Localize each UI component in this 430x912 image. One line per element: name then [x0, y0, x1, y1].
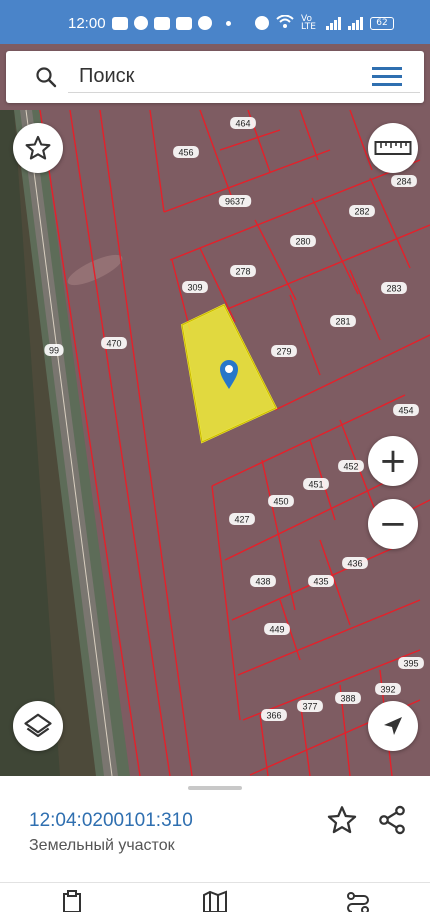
parcel-number-label[interactable]: 388: [340, 694, 355, 704]
parcel-number-label[interactable]: 438: [255, 577, 270, 587]
parcel-number-label[interactable]: 454: [398, 406, 413, 416]
vk-icon: [154, 16, 170, 30]
status-time: 12:00: [68, 15, 106, 32]
map-canvas: 464 456 9637 284 282 280 278 283 309 281 470 99 279 4…: [0, 109, 430, 776]
status-bar: 12:00 Vo LTE 62: [0, 0, 430, 44]
parcel-info-sheet[interactable]: 12:04:0200101:310 Земельный участок: [0, 776, 430, 912]
battery-icon: 62: [370, 16, 394, 30]
route-icon[interactable]: [344, 890, 372, 912]
system-icons: Vo LTE 62: [255, 14, 394, 32]
locate-button[interactable]: [368, 701, 418, 751]
parcel-number-label[interactable]: 283: [386, 284, 401, 294]
zoom-in-label: +: [378, 441, 408, 481]
parcel-number-label[interactable]: 427: [234, 515, 249, 525]
parcel-number-label[interactable]: 450: [273, 497, 288, 507]
messenger-icon: [134, 16, 148, 30]
favorite-star-icon[interactable]: [326, 804, 358, 836]
parcel-number-label[interactable]: 366: [266, 711, 281, 721]
field-patch: [67, 254, 123, 286]
zoom-out-button[interactable]: −: [368, 499, 418, 549]
menu-icon[interactable]: [372, 67, 402, 87]
parcel-number-label[interactable]: 309: [187, 283, 202, 293]
parcel-number-label[interactable]: 279: [276, 347, 291, 357]
layers-icon: [24, 713, 52, 738]
parcel-number-label[interactable]: 282: [354, 207, 369, 217]
parcel-number-label[interactable]: 281: [335, 317, 350, 327]
parcel-type-label: Земельный участок: [29, 837, 175, 854]
sheet-drag-handle[interactable]: [188, 786, 242, 790]
signal-icon: [326, 16, 341, 30]
parcel-number-label[interactable]: 99: [49, 346, 59, 356]
more-notifications-icon: [226, 20, 231, 26]
clipboard-icon[interactable]: [58, 890, 86, 912]
wifi-icon: [276, 14, 294, 31]
parcel-number-label[interactable]: 278: [235, 267, 250, 277]
parcel-number-label[interactable]: 451: [308, 480, 323, 490]
map-view[interactable]: 464 456 9637 284 282 280 278 283 309 281 470 99 279 4…: [0, 44, 430, 776]
parcel-number-label[interactable]: 435: [313, 577, 328, 587]
map-icon[interactable]: [201, 890, 229, 912]
alarm-icon: [255, 16, 269, 30]
share-icon[interactable]: [376, 804, 408, 836]
parcel-number-label[interactable]: 449: [269, 625, 284, 635]
parcel-number-label[interactable]: 395: [403, 659, 418, 669]
ruler-icon: [374, 141, 412, 155]
search-input[interactable]: [68, 61, 420, 93]
layers-button[interactable]: [13, 701, 63, 751]
notification-icons: [112, 16, 231, 30]
parcel-number-label[interactable]: 377: [302, 702, 317, 712]
parcel-number-label[interactable]: 456: [178, 148, 193, 158]
ruler-button[interactable]: [368, 123, 418, 173]
chat-icon: [176, 16, 192, 30]
parcel-number-label[interactable]: 436: [347, 559, 362, 569]
youtube-icon: [112, 16, 128, 30]
zoom-in-button[interactable]: +: [368, 436, 418, 486]
parcel-number-label[interactable]: 470: [106, 339, 121, 349]
lte-label: Vo LTE: [301, 14, 316, 32]
app-icon: [198, 16, 212, 30]
search-bar: [6, 51, 424, 103]
parcel-number-label[interactable]: 284: [396, 177, 411, 187]
parcel-number-label[interactable]: 280: [295, 237, 310, 247]
parcel-number-label[interactable]: 452: [343, 462, 358, 472]
parcel-number-label[interactable]: 392: [380, 685, 395, 695]
parcel-number-label[interactable]: 464: [235, 119, 250, 129]
favorite-button[interactable]: [13, 123, 63, 173]
cadastral-number: 12:04:0200101:310: [29, 810, 193, 831]
search-icon[interactable]: [34, 65, 58, 89]
star-outline-icon: [25, 135, 51, 160]
signal-2-icon: [348, 16, 363, 30]
sheet-divider: [0, 882, 430, 883]
navigation-arrow-icon: [384, 717, 402, 735]
parcel-number-label[interactable]: 9637: [225, 197, 245, 207]
zoom-out-label: −: [378, 504, 408, 544]
